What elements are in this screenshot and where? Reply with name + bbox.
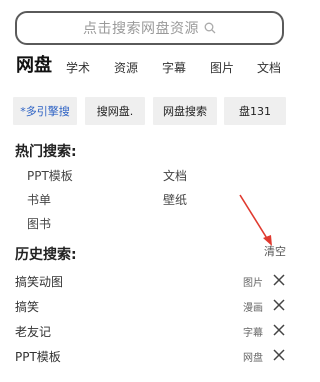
tab-subtitles[interactable]: 字幕 [162, 57, 186, 79]
history-query[interactable]: PPT模板 [15, 348, 61, 365]
history-category-tag: 图片 [243, 278, 263, 289]
hot-item[interactable]: 文档 [163, 167, 187, 184]
close-icon[interactable] [272, 323, 286, 337]
hot-item[interactable]: 图书 [27, 215, 51, 232]
hot-item[interactable]: PPT模板 [27, 167, 73, 184]
tab-academic[interactable]: 学术 [66, 57, 90, 79]
close-icon[interactable] [272, 273, 286, 287]
engine-chip-wangpansousuo[interactable]: 网盘搜索 [153, 97, 217, 125]
search-placeholder[interactable]: 点击搜索网盘资源 [83, 18, 199, 38]
search-icon[interactable] [204, 22, 216, 34]
engine-chips: *多引擎搜 搜网盘. 网盘搜索 盘131 [0, 97, 300, 125]
category-tabs: 网盘 学术 资源 字幕 图片 文档 [14, 55, 300, 83]
hot-item[interactable]: 书单 [27, 191, 51, 208]
hot-search-title: 热门搜索: [15, 144, 77, 160]
close-icon[interactable] [272, 348, 286, 362]
history-query[interactable]: 搞笑动图 [15, 273, 63, 290]
close-icon[interactable] [272, 298, 286, 312]
engine-chip-sowangpan[interactable]: 搜网盘. [85, 97, 145, 125]
history-row[interactable]: PPT模板 网盘 [0, 345, 300, 367]
history-category-tag: 网盘 [243, 353, 263, 364]
clear-history-button[interactable]: 清空 [264, 243, 286, 259]
tab-netdisk[interactable]: 网盘 [16, 55, 52, 77]
history-category-tag: 字幕 [243, 328, 263, 339]
history-query[interactable]: 搞笑 [15, 298, 39, 315]
history-row[interactable]: 搞笑 漫画 [0, 295, 300, 317]
tab-documents[interactable]: 文档 [257, 57, 281, 79]
history-query[interactable]: 老友记 [15, 323, 51, 340]
engine-chip-pan131[interactable]: 盘131 [224, 97, 286, 125]
history-category-tag: 漫画 [243, 303, 263, 314]
history-row[interactable]: 搞笑动图 图片 [0, 270, 300, 292]
search-box[interactable]: 点击搜索网盘资源 [15, 11, 284, 45]
red-arrow-annotation [239, 194, 272, 246]
history-search-title: 历史搜索: [15, 247, 77, 263]
tab-resources[interactable]: 资源 [114, 57, 138, 79]
history-row[interactable]: 老友记 字幕 [0, 320, 300, 342]
tab-images[interactable]: 图片 [210, 57, 234, 79]
engine-chip-multi[interactable]: *多引擎搜 [13, 97, 77, 125]
hot-item[interactable]: 壁纸 [163, 191, 187, 208]
